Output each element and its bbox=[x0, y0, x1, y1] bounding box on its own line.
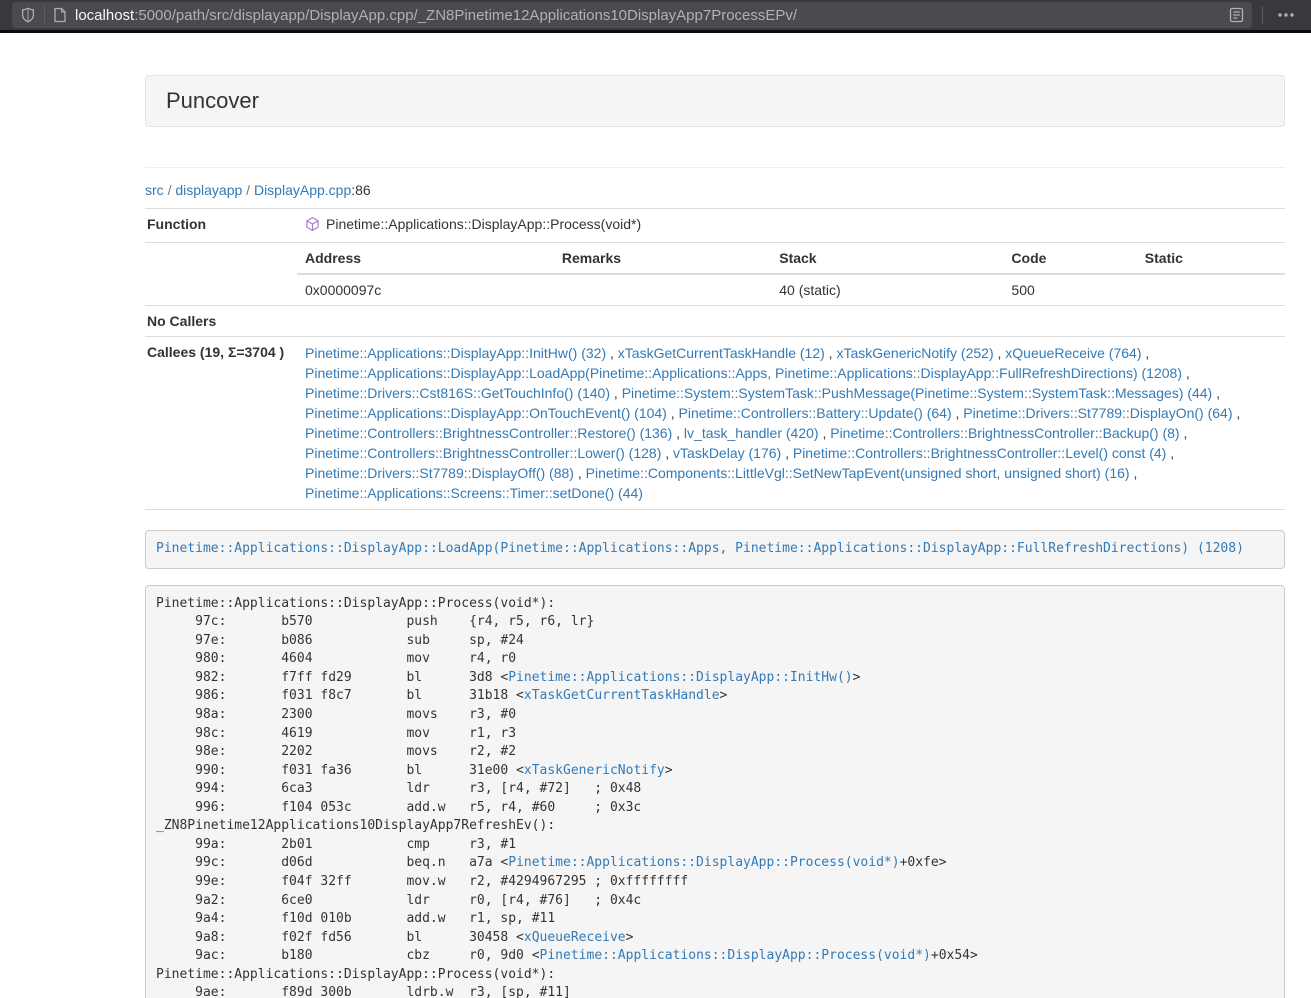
breadcrumb-link-file[interactable]: DisplayApp.cpp bbox=[254, 182, 351, 198]
value-remarks bbox=[554, 274, 771, 305]
callee-link[interactable]: Pinetime::Drivers::St7789::DisplayOn() (… bbox=[963, 405, 1232, 421]
callee-link[interactable]: Pinetime::Applications::DisplayApp::OnTo… bbox=[305, 405, 667, 421]
snippet-link[interactable]: Pinetime::Applications::DisplayApp::Load… bbox=[156, 541, 1244, 556]
url-host: localhost bbox=[75, 7, 134, 24]
page-content: Puncover src / displayapp / DisplayApp.c… bbox=[145, 33, 1285, 998]
callee-link[interactable]: Pinetime::System::SystemTask::PushMessag… bbox=[622, 385, 1213, 401]
breadcrumb-separator: / bbox=[246, 182, 250, 198]
callee-link[interactable]: Pinetime::Drivers::St7789::DisplayOff() … bbox=[305, 465, 574, 481]
callee-link[interactable]: Pinetime::Controllers::BrightnessControl… bbox=[305, 425, 672, 441]
metrics-value-row: 0x0000097c 40 (static) 500 bbox=[297, 274, 1285, 305]
callee-link[interactable]: lv_task_handler (420) bbox=[684, 425, 819, 441]
shield-icon[interactable] bbox=[20, 7, 36, 23]
breadcrumb: src / displayapp / DisplayApp.cpp:86 bbox=[145, 180, 1285, 200]
table-row-callees: Callees (19, Σ=3704 ) Pinetime::Applicat… bbox=[145, 337, 1285, 510]
asm-symbol-link[interactable]: Pinetime::Applications::DisplayApp::Init… bbox=[508, 670, 852, 685]
toolbar-separator bbox=[1262, 6, 1263, 24]
value-address: 0x0000097c bbox=[297, 274, 554, 305]
urlbar-separator bbox=[44, 6, 45, 24]
breadcrumb-link-src[interactable]: src bbox=[145, 182, 164, 198]
callee-link[interactable]: Pinetime::Drivers::Cst816S::GetTouchInfo… bbox=[305, 385, 610, 401]
app-header-panel: Puncover bbox=[145, 75, 1285, 127]
col-static: Static bbox=[1137, 243, 1285, 274]
metrics-table: Address Remarks Stack Code Static 0x0000… bbox=[297, 243, 1285, 305]
function-cube-icon bbox=[305, 216, 320, 237]
callee-link[interactable]: Pinetime::Applications::DisplayApp::Load… bbox=[305, 365, 1182, 381]
callees-list: Pinetime::Applications::DisplayApp::Init… bbox=[297, 337, 1285, 510]
callee-link[interactable]: xTaskGenericNotify (252) bbox=[836, 345, 993, 361]
asm-symbol-link[interactable]: Pinetime::Applications::DisplayApp::Proc… bbox=[508, 855, 899, 870]
function-row-label: Function bbox=[145, 209, 297, 243]
callee-link[interactable]: Pinetime::Controllers::BrightnessControl… bbox=[305, 445, 661, 461]
no-callers-cell bbox=[297, 306, 1285, 337]
breadcrumb-line-number: :86 bbox=[351, 182, 370, 198]
callee-link[interactable]: Pinetime::Controllers::Battery::Update()… bbox=[679, 405, 952, 421]
table-row-metrics: Address Remarks Stack Code Static 0x0000… bbox=[145, 243, 1285, 306]
callee-link[interactable]: Pinetime::Applications::Screens::Timer::… bbox=[305, 485, 643, 501]
asm-symbol-link[interactable]: xTaskGenericNotify bbox=[524, 763, 665, 778]
callee-link[interactable]: Pinetime::Controllers::BrightnessControl… bbox=[793, 445, 1166, 461]
col-code: Code bbox=[1003, 243, 1136, 274]
menu-button[interactable] bbox=[1273, 7, 1299, 23]
callee-link[interactable]: vTaskDelay (176) bbox=[673, 445, 781, 461]
asm-symbol-link[interactable]: xQueueReceive bbox=[524, 930, 626, 945]
page-icon[interactable] bbox=[53, 7, 67, 23]
divider bbox=[145, 167, 1285, 168]
table-row-no-callers: No Callers bbox=[145, 306, 1285, 337]
page-title: Puncover bbox=[166, 88, 1264, 114]
function-name: Pinetime::Applications::DisplayApp::Proc… bbox=[326, 216, 641, 232]
function-table: Function Pinetime::Applications::Display… bbox=[145, 208, 1285, 510]
callees-label: Callees (19, Σ=3704 ) bbox=[145, 337, 297, 510]
browser-toolbar: localhost:5000/path/src/displayapp/Displ… bbox=[0, 0, 1311, 33]
assembly-code: Pinetime::Applications::DisplayApp::Proc… bbox=[145, 585, 1285, 998]
callee-link[interactable]: xQueueReceive (764) bbox=[1005, 345, 1141, 361]
value-static bbox=[1137, 274, 1285, 305]
col-address: Address bbox=[297, 243, 554, 274]
callee-link[interactable]: xTaskGetCurrentTaskHandle (12) bbox=[618, 345, 825, 361]
breadcrumb-link-displayapp[interactable]: displayapp bbox=[175, 182, 242, 198]
value-code: 500 bbox=[1003, 274, 1136, 305]
asm-symbol-link[interactable]: Pinetime::Applications::DisplayApp::Proc… bbox=[540, 948, 931, 963]
table-row-function: Function Pinetime::Applications::Display… bbox=[145, 209, 1285, 243]
callee-link[interactable]: Pinetime::Applications::DisplayApp::Init… bbox=[305, 345, 606, 361]
callee-link[interactable]: Pinetime::Controllers::BrightnessControl… bbox=[830, 425, 1179, 441]
reader-view-icon[interactable] bbox=[1221, 7, 1244, 23]
asm-symbol-link[interactable]: xTaskGetCurrentTaskHandle bbox=[524, 688, 720, 703]
url-text: localhost:5000/path/src/displayapp/Displ… bbox=[75, 7, 1221, 24]
breadcrumb-separator: / bbox=[168, 182, 172, 198]
value-stack: 40 (static) bbox=[771, 274, 1003, 305]
no-callers-label: No Callers bbox=[145, 306, 297, 337]
col-stack: Stack bbox=[771, 243, 1003, 274]
url-bar[interactable]: localhost:5000/path/src/displayapp/Displ… bbox=[12, 2, 1252, 28]
url-path: :5000/path/src/displayapp/DisplayApp.cpp… bbox=[134, 7, 797, 24]
metrics-row-label bbox=[145, 243, 297, 306]
col-remarks: Remarks bbox=[554, 243, 771, 274]
loadapp-snippet: Pinetime::Applications::DisplayApp::Load… bbox=[145, 530, 1285, 569]
callee-link[interactable]: Pinetime::Components::LittleVgl::SetNewT… bbox=[586, 465, 1130, 481]
metrics-header-row: Address Remarks Stack Code Static bbox=[297, 243, 1285, 274]
